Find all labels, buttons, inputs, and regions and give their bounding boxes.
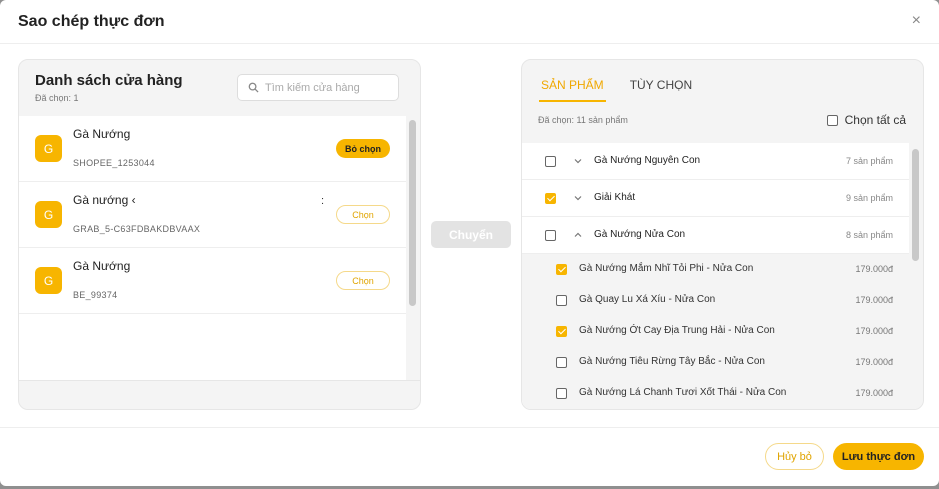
footer-divider	[0, 427, 939, 428]
chevron-up-icon[interactable]	[573, 230, 583, 240]
product-price: 179.000đ	[855, 388, 893, 398]
store-name: Gà nướng ‹	[73, 193, 136, 207]
product-list-scrollbar[interactable]	[909, 143, 923, 409]
group-checkbox[interactable]	[545, 193, 556, 204]
select-all-label: Chọn tất cả	[844, 113, 906, 127]
product-selected-count: Đã chọn: 11 sản phẩm	[538, 115, 628, 125]
close-icon[interactable]: ×	[912, 12, 921, 30]
product-item-row[interactable]: Gà Nướng Tiêu Rừng Tây Bắc - Nửa Con 179.…	[522, 347, 909, 378]
dialog-header: Sao chép thực đơn ×	[0, 0, 939, 44]
copy-menu-dialog: Sao chép thực đơn × Danh sách cửa hàng Đ…	[0, 0, 939, 486]
product-group-row[interactable]: Gà Nướng Nguyên Con 7 sản phẩm	[522, 143, 909, 180]
chevron-down-icon[interactable]	[573, 193, 583, 203]
unselect-store-button[interactable]: Bỏ chọn	[336, 139, 390, 158]
product-price: 179.000đ	[855, 295, 893, 305]
product-group-row[interactable]: Giải Khát 9 sản phẩm	[522, 180, 909, 217]
product-item-row[interactable]: Gà Nướng Lá Chanh Tươi Xốt Thái - Nửa Co…	[522, 378, 909, 409]
store-avatar: G	[35, 201, 62, 228]
store-list-panel: Danh sách cửa hàng Đã chọn: 1 G Gà Nướng S…	[18, 59, 421, 410]
store-avatar: G	[35, 267, 62, 294]
group-name: Gà Nướng Nửa Con	[594, 229, 686, 240]
scrollbar-thumb[interactable]	[912, 149, 919, 261]
store-search-input[interactable]	[265, 81, 395, 94]
store-selected-count: Đã chọn: 1	[35, 93, 79, 103]
group-checkbox[interactable]	[545, 230, 556, 241]
product-price: 179.000đ	[855, 357, 893, 367]
store-list: G Gà Nướng SHOPEE_1253044 Bỏ chọn G Gà nướng …	[19, 116, 406, 380]
select-store-button[interactable]: Chọn	[336, 205, 390, 224]
store-item: G Gà Nướng BE_99374 Chọn	[19, 248, 406, 314]
dialog-title: Sao chép thực đơn	[18, 12, 165, 30]
cancel-button[interactable]: Hủy bỏ	[765, 443, 824, 470]
product-item-row[interactable]: Gà Quay Lu Xá Xíu - Nửa Con 179.000đ	[522, 285, 909, 316]
group-count: 7 sản phẩm	[845, 156, 893, 166]
product-tabs: SẢN PHẨM TÙY CHỌN	[539, 76, 716, 104]
group-checkbox[interactable]	[545, 156, 556, 167]
product-price: 179.000đ	[855, 264, 893, 274]
select-store-button[interactable]: Chọn	[336, 271, 390, 290]
product-price: 179.000đ	[855, 326, 893, 336]
product-checkbox[interactable]	[556, 295, 567, 306]
store-list-title: Danh sách cửa hàng	[35, 72, 183, 89]
product-group-row[interactable]: Gà Nướng Nửa Con 8 sản phẩm	[522, 217, 909, 254]
select-all-toggle[interactable]: Chọn tất cả	[826, 113, 906, 127]
group-name: Gà Nướng Nguyên Con	[594, 155, 701, 166]
product-name: Gà Quay Lu Xá Xíu - Nửa Con	[579, 294, 716, 305]
product-checkbox[interactable]	[556, 326, 567, 337]
product-checkbox[interactable]	[556, 388, 567, 399]
tab-products[interactable]: SẢN PHẨM	[539, 76, 606, 102]
product-name: Gà Nướng Tiêu Rừng Tây Bắc - Nửa Con	[579, 356, 765, 367]
search-icon	[248, 82, 259, 93]
scrollbar-thumb[interactable]	[409, 120, 416, 306]
select-all-checkbox[interactable]	[826, 114, 838, 126]
product-name: Gà Nướng Mắm Nhĩ Tỏi Phi - Nửa Con	[579, 263, 754, 274]
store-extra: :	[321, 195, 325, 207]
store-code: GRAB_5-C63FDBAKDBVAAX	[73, 224, 201, 234]
store-code: BE_99374	[73, 290, 118, 300]
product-item-row[interactable]: Gà Nướng Ớt Cay Địa Trung Hải - Nửa Con 1…	[522, 316, 909, 347]
store-search-box[interactable]	[237, 74, 399, 101]
chevron-down-icon[interactable]	[573, 156, 583, 166]
product-list: Gà Nướng Nguyên Con 7 sản phẩm Giải Khát 9 …	[522, 143, 909, 409]
store-list-scrollbar[interactable]	[406, 116, 420, 380]
product-panel: SẢN PHẨM TÙY CHỌN Đã chọn: 11 sản phẩm Ch…	[521, 59, 924, 410]
group-count: 8 sản phẩm	[845, 230, 893, 240]
product-name: Gà Nướng Lá Chanh Tươi Xốt Thái - Nửa Co…	[579, 387, 787, 398]
store-code: SHOPEE_1253044	[73, 158, 155, 168]
store-item: G Gà Nướng SHOPEE_1253044 Bỏ chọn	[19, 116, 406, 182]
store-name: Gà Nướng	[73, 127, 131, 141]
group-name: Giải Khát	[594, 192, 636, 203]
tab-options[interactable]: TÙY CHỌN	[628, 76, 694, 104]
group-count: 9 sản phẩm	[845, 193, 893, 203]
store-avatar: G	[35, 135, 62, 162]
product-checkbox[interactable]	[556, 357, 567, 368]
store-item: G Gà nướng ‹ GRAB_5-C63FDBAKDBVAAX: Chọn	[19, 182, 406, 248]
divider	[19, 380, 420, 381]
product-item-row[interactable]: Gà Nướng Mắm Nhĩ Tỏi Phi - Nửa Con 179.00…	[522, 254, 909, 285]
product-name: Gà Nướng Ớt Cay Địa Trung Hải - Nửa Con	[579, 325, 775, 336]
product-checkbox[interactable]	[556, 264, 567, 275]
store-name: Gà Nướng	[73, 259, 131, 273]
save-menu-button[interactable]: Lưu thực đơn	[833, 443, 924, 470]
move-button[interactable]: Chuyển	[431, 221, 511, 248]
